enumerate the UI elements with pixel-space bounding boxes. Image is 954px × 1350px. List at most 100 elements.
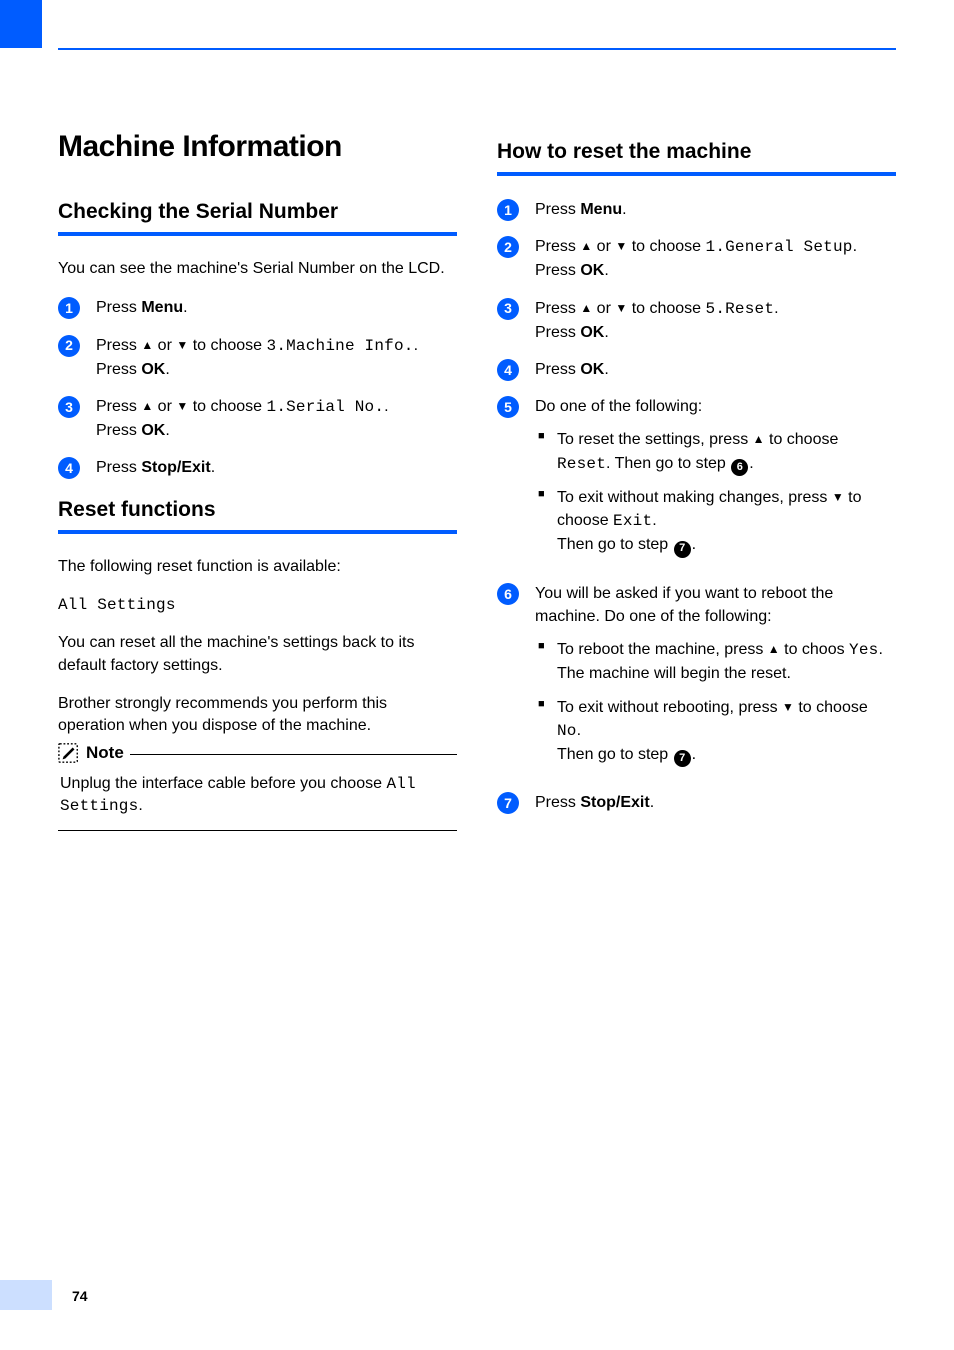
intro-serial: You can see the machine's Serial Number … (58, 258, 457, 280)
text: to choose (627, 300, 705, 317)
reset-intro: The following reset function is availabl… (58, 556, 457, 578)
step-body: Do one of the following: To reset the se… (535, 395, 896, 568)
right-column: How to reset the machine 1 Press Menu. 2… (497, 130, 896, 831)
step-body: Press ▲ or ▼ to choose 1.Serial No.. Pre… (96, 395, 457, 442)
reset-all-settings-mono: All Settings (58, 594, 457, 616)
text: . (749, 455, 753, 472)
reset-step-6: 6 You will be asked if you want to reboo… (497, 582, 896, 778)
up-arrow-icon: ▲ (141, 338, 153, 352)
text: . (604, 361, 608, 378)
text: . (604, 324, 608, 341)
text: The machine will begin the reset. (557, 665, 791, 682)
mono-text: 5.Reset (706, 300, 775, 318)
text: to choose (188, 398, 266, 415)
note-box: Note Unplug the interface cable before y… (58, 754, 457, 831)
text: . (604, 262, 608, 279)
note-title: Note (86, 743, 124, 763)
step-badge-4: 4 (58, 457, 80, 479)
text: Unplug the interface cable before you ch… (60, 775, 386, 792)
stop-exit-label: Stop/Exit (141, 459, 210, 476)
menu-label: Menu (580, 201, 622, 218)
text: . (878, 641, 882, 658)
text: to choos (780, 641, 849, 658)
text: Press (96, 299, 141, 316)
reset-p1: You can reset all the machine's settings… (58, 632, 457, 677)
text: Press (535, 300, 580, 317)
reset-step-2: 2 Press ▲ or ▼ to choose 1.General Setup… (497, 235, 896, 282)
left-column: Machine Information Checking the Serial … (58, 130, 457, 831)
mono-text: Yes (849, 641, 878, 659)
text: or (592, 238, 615, 255)
step-badge-6: 6 (497, 583, 519, 605)
down-arrow-icon: ▼ (615, 239, 627, 253)
mono-text: 1.General Setup (706, 238, 853, 256)
text: to choose (627, 238, 705, 255)
text: . (652, 512, 656, 529)
mono-text: 3.Machine Info. (267, 337, 414, 355)
text: . (774, 300, 778, 317)
text: . (165, 422, 169, 439)
step-badge-7: 7 (497, 792, 519, 814)
note-body: Unplug the interface cable before you ch… (58, 773, 457, 818)
top-rule (58, 48, 896, 50)
text: or (153, 398, 176, 415)
serial-step-2: 2 Press ▲ or ▼ to choose 3.Machine Info.… (58, 334, 457, 381)
serial-step-3: 3 Press ▲ or ▼ to choose 1.Serial No.. P… (58, 395, 457, 442)
mono-text: Exit (613, 512, 652, 530)
text: Press (535, 262, 580, 279)
text: . (577, 722, 581, 739)
text: to choose (794, 699, 868, 716)
bullet-reset: To reset the settings, press ▲ to choose… (535, 428, 896, 476)
text: to choose (188, 337, 266, 354)
bullet-no-reboot: To exit without rebooting, press ▼ to ch… (535, 696, 896, 768)
page-content: Machine Information Checking the Serial … (58, 130, 896, 831)
bullet-exit: To exit without making changes, press ▼ … (535, 486, 896, 558)
text: or (592, 300, 615, 317)
step-body: You will be asked if you want to reboot … (535, 582, 896, 778)
step-body: Press ▲ or ▼ to choose 3.Machine Info.. … (96, 334, 457, 381)
step-badge-1: 1 (58, 297, 80, 319)
step-ref-6-icon: 6 (731, 459, 748, 476)
reset-step-1: 1 Press Menu. (497, 198, 896, 221)
text: or (153, 337, 176, 354)
h2-how-to-reset: How to reset the machine (497, 140, 896, 176)
ok-label: OK (141, 361, 165, 378)
step-body: Press Stop/Exit. (535, 791, 896, 814)
h2-reset-functions: Reset functions (58, 498, 457, 534)
mono-text: No (557, 722, 577, 740)
serial-step-4: 4 Press Stop/Exit. (58, 456, 457, 479)
page-number-tab (0, 1280, 52, 1310)
text: Press (96, 459, 141, 476)
note-header: Note (58, 742, 130, 764)
text: . (414, 337, 418, 354)
mono-text: Reset (557, 455, 606, 473)
step-badge-5: 5 (497, 396, 519, 418)
reset-p2: Brother strongly recommends you perform … (58, 693, 457, 738)
text: . (692, 746, 696, 763)
text: Press (535, 794, 580, 811)
up-arrow-icon: ▲ (768, 642, 780, 656)
step-badge-1: 1 (497, 199, 519, 221)
step-badge-2: 2 (497, 236, 519, 258)
text: . (138, 797, 142, 814)
text: Press (535, 238, 580, 255)
section-tab (0, 0, 42, 48)
step-body: Press OK. (535, 358, 896, 381)
text: . (384, 398, 388, 415)
text: Press (535, 361, 580, 378)
text: Press (535, 324, 580, 341)
text: . (165, 361, 169, 378)
text: Then go to step (557, 746, 673, 763)
serial-step-1: 1 Press Menu. (58, 296, 457, 319)
text: To exit without making changes, press (557, 489, 832, 506)
step-badge-2: 2 (58, 335, 80, 357)
text: Press (535, 201, 580, 218)
menu-label: Menu (141, 299, 183, 316)
step-body: Press Menu. (96, 296, 457, 319)
step-badge-4: 4 (497, 359, 519, 381)
text: To reboot the machine, press (557, 641, 768, 658)
step-body: Press ▲ or ▼ to choose 5.Reset. Press OK… (535, 297, 896, 344)
text: You will be asked if you want to reboot … (535, 585, 833, 625)
text: Do one of the following: (535, 398, 702, 415)
h1-machine-information: Machine Information (58, 130, 457, 164)
